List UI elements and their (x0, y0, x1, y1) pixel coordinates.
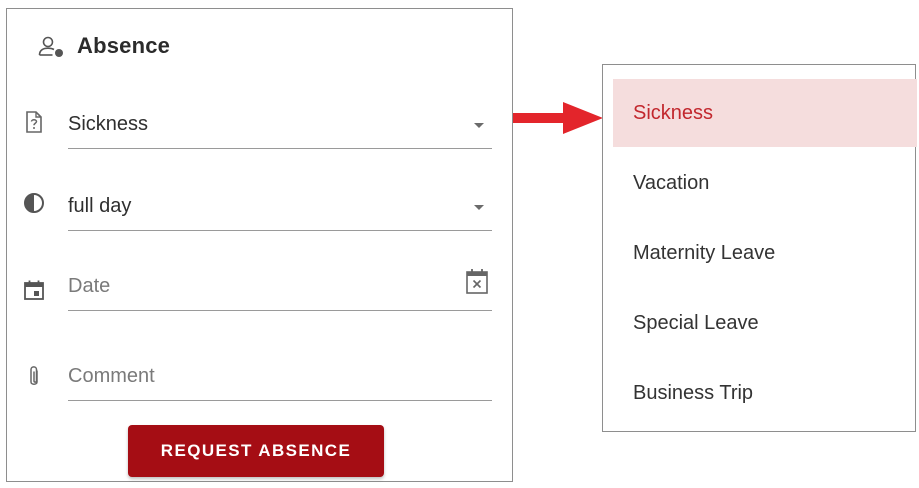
absence-type-row: Sickness (7, 101, 514, 151)
absence-type-select[interactable]: Sickness (68, 109, 492, 149)
option-vacation[interactable]: Vacation (613, 149, 917, 217)
comment-row: Comment (7, 355, 514, 405)
clear-calendar-icon[interactable] (464, 267, 490, 295)
absence-type-value: Sickness (68, 113, 149, 135)
help-document-icon (23, 111, 45, 133)
duration-select[interactable]: full day (68, 191, 492, 231)
date-placeholder: Date (68, 275, 111, 297)
chevron-down-icon (474, 123, 484, 128)
option-maternity-leave[interactable]: Maternity Leave (613, 219, 917, 287)
calendar-icon (23, 279, 45, 301)
duration-row: full day (7, 183, 514, 233)
paperclip-icon (23, 366, 45, 388)
screenshot-stage: Absence Sickness full day Date Comment R… (0, 0, 919, 488)
option-special-leave[interactable]: Special Leave (613, 289, 917, 357)
half-circle-icon (23, 192, 45, 214)
duration-value: full day (68, 195, 132, 217)
request-absence-button[interactable]: REQUEST ABSENCE (128, 425, 384, 477)
pointer-arrow-icon (513, 102, 603, 134)
date-input[interactable]: Date (68, 269, 492, 311)
absence-form-card: Absence Sickness full day Date Comment R… (6, 8, 513, 482)
date-row: Date (7, 265, 514, 315)
absence-type-options-panel: Sickness Vacation Maternity Leave Specia… (602, 64, 917, 432)
option-business-trip[interactable]: Business Trip (613, 359, 917, 427)
comment-placeholder: Comment (68, 365, 155, 387)
form-title: Absence (77, 33, 171, 58)
form-header: Absence (37, 33, 170, 59)
option-sickness[interactable]: Sickness (613, 79, 917, 147)
comment-input[interactable]: Comment (68, 361, 492, 401)
person-icon (37, 34, 65, 58)
chevron-down-icon (474, 205, 484, 210)
